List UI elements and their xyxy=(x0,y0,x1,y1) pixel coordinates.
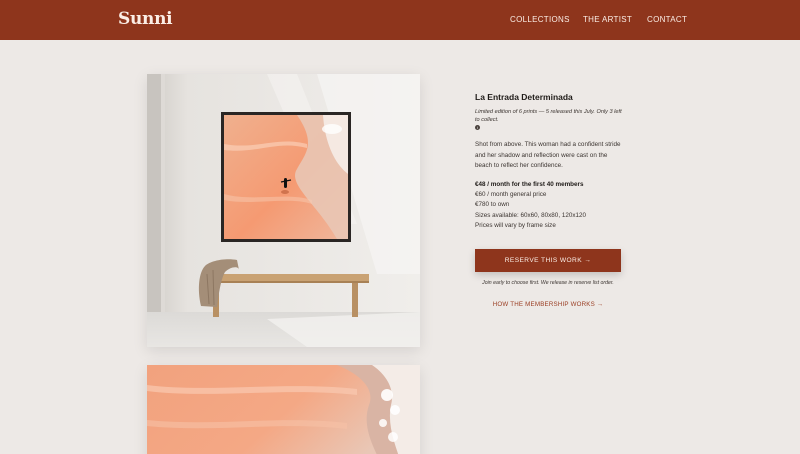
nav-contact[interactable]: CONTACT xyxy=(647,15,687,24)
frame-size-note: Prices will vary by frame size xyxy=(475,221,556,229)
price-own: €780 to own xyxy=(475,201,510,209)
edition-note: Limited edition of 6 prints — 5 released… xyxy=(475,109,622,124)
reserve-work-button[interactable]: RESERVE THIS WORK → xyxy=(475,249,621,272)
product-title: La Entrada Determinada xyxy=(475,92,573,102)
membership-info-link[interactable]: HOW THE MEMBERSHIP WORKS → xyxy=(475,301,621,308)
nav-collections[interactable]: COLLECTIONS xyxy=(510,15,570,24)
beach-detail-image xyxy=(147,365,420,454)
product-info: La Entrada Determinada Limited edition o… xyxy=(475,92,625,231)
room-mockup-image xyxy=(147,74,420,347)
reserve-list-note: Join early to choose first. We release i… xyxy=(482,280,614,286)
site-header: Sunni COLLECTIONS THE ARTIST CONTACT xyxy=(0,0,800,40)
price-membership: €48 / month for the first 40 members xyxy=(475,181,584,189)
price-list: €48 / month for the first 40 members €60… xyxy=(475,180,625,231)
info-icon[interactable]: i xyxy=(475,125,480,131)
sizes-available: Sizes available: 60x60, 80x80, 120x120 xyxy=(475,211,586,219)
artwork-detail-photo[interactable] xyxy=(147,365,420,454)
site-logo[interactable]: Sunni xyxy=(118,9,173,29)
product-description: Shot from above. This woman had a confid… xyxy=(475,141,621,169)
artwork-room-photo[interactable] xyxy=(147,74,420,347)
price-general: €60 / month general price xyxy=(475,191,547,199)
nav-the-artist[interactable]: THE ARTIST xyxy=(583,15,632,24)
